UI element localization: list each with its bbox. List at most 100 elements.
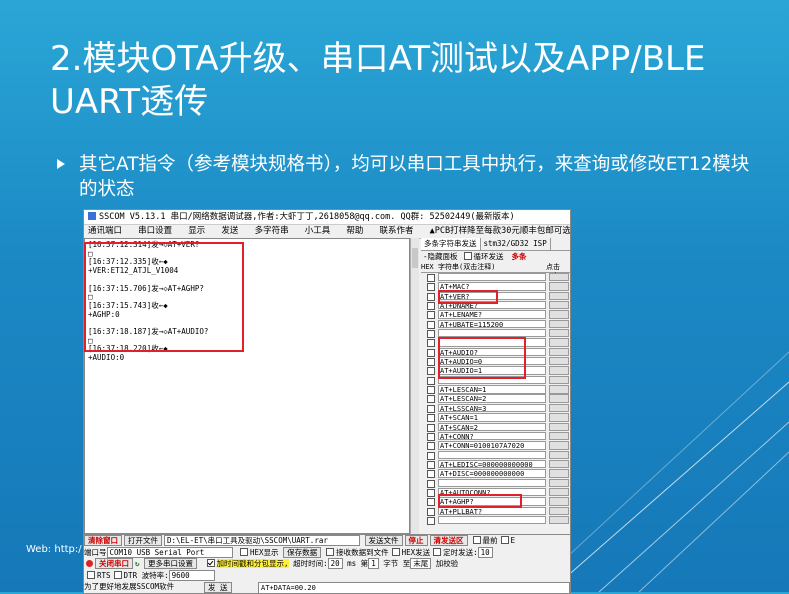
row-string-field[interactable]: AT+LSSCAN=3: [438, 403, 546, 413]
baud-select[interactable]: 9600: [168, 569, 215, 581]
row-string-field[interactable]: AT+LENAME?: [438, 310, 546, 319]
file-path-field[interactable]: D:\EL-ET\串口工具及驱动\SSCOM\UART.rar: [164, 535, 360, 546]
row-send-button[interactable]: [549, 487, 569, 497]
row-send-button[interactable]: [549, 394, 569, 403]
row-send-button[interactable]: [549, 357, 569, 366]
scroll-thumb[interactable]: [412, 248, 418, 268]
row-hex-checkbox[interactable]: [427, 423, 435, 432]
row-send-button[interactable]: [549, 431, 569, 441]
row-string-field[interactable]: AT+CONN=0100107A7020: [438, 441, 546, 450]
row-hex-checkbox[interactable]: [427, 498, 435, 507]
row-hex-checkbox[interactable]: [427, 404, 435, 413]
row-hex-checkbox[interactable]: [427, 516, 435, 525]
row-hex-checkbox[interactable]: [427, 386, 435, 395]
row-hex-checkbox[interactable]: [427, 451, 435, 460]
menu-tools[interactable]: 小工具: [305, 226, 331, 236]
row-string-field[interactable]: AT+LESCAN=2: [438, 394, 546, 403]
byte-field[interactable]: 1: [368, 558, 379, 569]
row-string-field[interactable]: [438, 273, 546, 282]
menu-contact[interactable]: 联系作者: [379, 226, 413, 236]
timed-send-checkbox[interactable]: [433, 547, 442, 556]
save-data-button[interactable]: 保存数据: [283, 546, 322, 558]
row-string-field[interactable]: [438, 515, 546, 525]
row-string-field[interactable]: AT+UBATE=115200: [438, 319, 546, 329]
tab-multi-string[interactable]: 多条字符串发送: [421, 238, 481, 250]
row-hex-checkbox[interactable]: [427, 414, 435, 423]
menu-display[interactable]: 显示: [188, 226, 205, 236]
row-send-button[interactable]: [549, 450, 569, 459]
row-hex-checkbox[interactable]: [427, 376, 435, 385]
row-send-button[interactable]: [549, 319, 569, 329]
send-button[interactable]: 发 送: [204, 582, 232, 593]
row-send-button[interactable]: [549, 282, 569, 291]
row-hex-checkbox[interactable]: [427, 320, 435, 329]
row-send-button[interactable]: [549, 375, 569, 385]
row-hex-checkbox[interactable]: [427, 358, 435, 367]
row-send-button[interactable]: [549, 329, 569, 338]
hide-panel-link[interactable]: -隐藏面板: [423, 252, 458, 261]
menu-send[interactable]: 发送: [221, 226, 238, 236]
rts-checkbox[interactable]: [87, 570, 95, 579]
menu-serial-settings[interactable]: 串口设置: [138, 226, 172, 236]
row-hex-checkbox[interactable]: [427, 479, 435, 488]
menu-multi-string[interactable]: 多字符串: [255, 226, 289, 236]
row-send-button[interactable]: [549, 403, 569, 413]
port-select[interactable]: COM10 USB Serial Port: [106, 546, 233, 558]
timestamp-checkbox[interactable]: [206, 559, 215, 567]
row-send-button[interactable]: [549, 422, 569, 431]
row-hex-checkbox[interactable]: [427, 330, 435, 339]
row-send-button[interactable]: [549, 301, 569, 310]
row-send-button[interactable]: [549, 310, 569, 319]
row-send-button[interactable]: [549, 469, 569, 478]
row-hex-checkbox[interactable]: [427, 367, 435, 376]
row-send-button[interactable]: [549, 347, 569, 357]
row-hex-checkbox[interactable]: [427, 283, 435, 292]
row-send-button[interactable]: [549, 338, 569, 347]
row-send-button[interactable]: [549, 291, 569, 301]
clear-window-button[interactable]: 清除窗口: [84, 535, 122, 546]
row-string-field[interactable]: [438, 478, 546, 487]
hex-show-checkbox[interactable]: [240, 547, 249, 556]
stop-button[interactable]: 停止: [404, 535, 428, 546]
row-hex-checkbox[interactable]: [427, 488, 435, 497]
send-input[interactable]: AT+DATA=00.20 12345678900ABCDEFGHIJ: [258, 582, 570, 593]
row-hex-checkbox[interactable]: [427, 339, 435, 348]
close-port-button[interactable]: 关闭串口: [95, 558, 133, 569]
row-send-button[interactable]: [549, 413, 569, 422]
open-file-button[interactable]: 打开文件: [124, 535, 162, 546]
timed-send-field[interactable]: 10: [477, 546, 493, 558]
tab-stm32-isp[interactable]: stm32/GD32 ISP: [481, 238, 551, 250]
row-hex-checkbox[interactable]: [427, 432, 435, 441]
row-send-button[interactable]: [549, 506, 569, 515]
row-hex-checkbox[interactable]: [427, 311, 435, 320]
more-settings-button[interactable]: 更多串口设置: [144, 558, 198, 569]
row-send-button[interactable]: [549, 515, 569, 525]
row-hex-checkbox[interactable]: [427, 395, 435, 404]
row-hex-checkbox[interactable]: [427, 460, 435, 469]
loop-send-checkbox[interactable]: [463, 252, 472, 260]
row-hex-checkbox[interactable]: [427, 348, 435, 357]
row-string-field[interactable]: AT+DISC=000000000000: [438, 469, 546, 478]
recv-file-checkbox[interactable]: [326, 547, 335, 556]
row-hex-checkbox[interactable]: [427, 507, 435, 516]
timeout-field[interactable]: 20: [327, 558, 343, 569]
row-hex-checkbox[interactable]: [427, 302, 435, 311]
row-hex-checkbox[interactable]: [427, 292, 435, 301]
row-send-button[interactable]: [549, 385, 569, 394]
menu-ad[interactable]: ▲PCB打样降至每款30元顺丰包邮可选彩色!: [430, 226, 570, 236]
topmost-checkbox[interactable]: [472, 536, 481, 544]
row-string-field[interactable]: AT+CONN?: [438, 431, 546, 441]
receive-scrollbar[interactable]: [410, 238, 419, 534]
row-hex-checkbox[interactable]: [427, 470, 435, 479]
row-string-field[interactable]: AT+SCAN=1: [438, 413, 546, 422]
clear-send-button[interactable]: 清发送区: [429, 535, 468, 546]
row-send-button[interactable]: [549, 366, 569, 375]
row-send-button[interactable]: [549, 497, 569, 506]
hex-send-checkbox[interactable]: [391, 547, 400, 556]
row-string-field[interactable]: AT+LESCAN=1: [438, 385, 546, 394]
row-send-button[interactable]: [549, 478, 569, 487]
row-send-button[interactable]: [549, 441, 569, 450]
row-string-field[interactable]: AT+LEDISC=000000000000: [438, 459, 546, 469]
dtr-checkbox[interactable]: [113, 570, 122, 579]
row-string-field[interactable]: AT+SCAN=2: [438, 422, 546, 431]
